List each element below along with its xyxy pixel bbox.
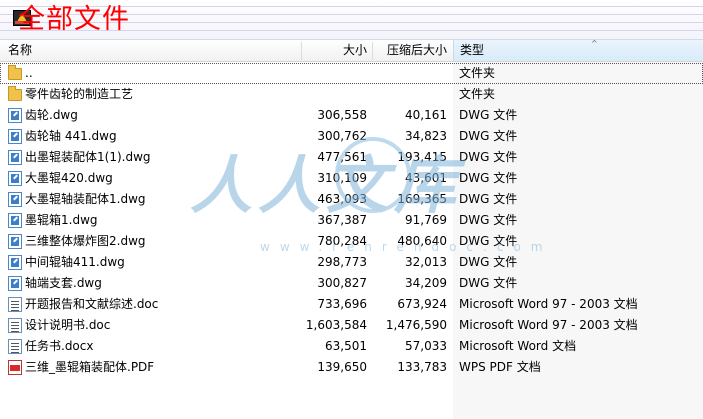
window-title: 全部文件	[18, 4, 130, 35]
dwg-file-icon	[8, 255, 22, 270]
title-bar: 全部文件	[0, 0, 703, 40]
folder-icon	[8, 65, 22, 80]
file-name: 零件齿轮的制造工艺	[25, 87, 134, 101]
dwg-file-icon	[8, 150, 22, 165]
file-name: 齿轮.dwg	[25, 108, 78, 122]
file-size: 310,109	[317, 171, 367, 185]
file-size: 139,650	[317, 360, 367, 374]
dwg-file-icon	[8, 108, 22, 123]
column-size[interactable]: 大小	[301, 40, 369, 61]
file-row[interactable]: 中间辊轴411.dwg 298,773 32,013 DWG 文件	[0, 252, 703, 273]
file-name: 三维_墨辊箱装配体.PDF	[25, 360, 155, 374]
file-row[interactable]: 零件齿轮的制造工艺 文件夹	[0, 84, 703, 105]
file-type: DWG 文件	[459, 276, 518, 290]
file-row[interactable]: 齿轮轴 441.dwg 300,762 34,823 DWG 文件	[0, 126, 703, 147]
file-row[interactable]: 任务书.docx 63,501 57,033 Microsoft Word 文档	[0, 336, 703, 357]
file-row[interactable]: 大墨辊420.dwg 310,109 43,601 DWG 文件	[0, 168, 703, 189]
file-size: 733,696	[317, 297, 367, 311]
file-type: DWG 文件	[459, 213, 518, 227]
file-name: 轴端支套.dwg	[25, 276, 102, 290]
file-type: Microsoft Word 97 - 2003 文档	[459, 318, 638, 332]
dwg-file-icon	[8, 276, 22, 291]
file-compressed-size: 480,640	[397, 234, 447, 248]
file-name: 设计说明书.doc	[25, 318, 111, 332]
file-type: 文件夹	[459, 66, 496, 80]
file-compressed-size: 133,783	[397, 360, 447, 374]
dwg-file-icon	[8, 192, 22, 207]
file-compressed-size: 40,161	[405, 108, 447, 122]
file-name: 齿轮轴 441.dwg	[25, 129, 117, 143]
dwg-file-icon	[8, 213, 22, 228]
file-size: 477,561	[317, 150, 367, 164]
file-compressed-size: 34,823	[405, 129, 447, 143]
file-row[interactable]: 设计说明书.doc 1,603,584 1,476,590 Microsoft Wor…	[0, 315, 703, 336]
word-doc-icon	[8, 318, 22, 333]
file-size: 300,827	[317, 276, 367, 290]
file-type: Microsoft Word 文档	[459, 339, 577, 353]
file-size: 63,501	[325, 339, 367, 353]
file-name: 中间辊轴411.dwg	[25, 255, 125, 269]
file-name: 任务书.docx	[25, 339, 94, 353]
file-size: 367,387	[317, 213, 367, 227]
file-row[interactable]: .. 文件夹	[0, 63, 703, 84]
column-name[interactable]: 名称	[8, 40, 32, 61]
file-size: 298,773	[317, 255, 367, 269]
file-row[interactable]: 大墨辊轴装配体1.dwg 463,093 169,365 DWG 文件	[0, 189, 703, 210]
file-compressed-size: 673,924	[397, 297, 447, 311]
file-name: 出墨辊装配体1(1).dwg	[25, 150, 151, 164]
file-name: 大墨辊420.dwg	[25, 171, 113, 185]
file-name: 三维整体爆炸图2.dwg	[25, 234, 146, 248]
column-compressed-size[interactable]: 压缩后大小	[372, 40, 449, 61]
file-type: DWG 文件	[459, 255, 518, 269]
file-compressed-size: 169,365	[397, 192, 447, 206]
file-type: DWG 文件	[459, 129, 518, 143]
file-name: 大墨辊轴装配体1.dwg	[25, 192, 146, 206]
file-row[interactable]: 三维_墨辊箱装配体.PDF 139,650 133,783 WPS PDF 文档	[0, 357, 703, 378]
file-size: 1,603,584	[305, 318, 367, 332]
file-name: 墨辊箱1.dwg	[25, 213, 98, 227]
file-type: WPS PDF 文档	[459, 360, 541, 374]
file-row[interactable]: 墨辊箱1.dwg 367,387 91,769 DWG 文件	[0, 210, 703, 231]
file-type: 文件夹	[459, 87, 496, 101]
file-type: DWG 文件	[459, 171, 518, 185]
sort-arrow-icon: ^	[591, 39, 598, 48]
file-type: DWG 文件	[459, 150, 518, 164]
file-compressed-size: 32,013	[405, 255, 447, 269]
file-name: ..	[25, 66, 33, 80]
file-compressed-size: 34,209	[405, 276, 447, 290]
file-size: 463,093	[317, 192, 367, 206]
file-compressed-size: 91,769	[405, 213, 447, 227]
file-compressed-size: 193,415	[397, 150, 447, 164]
file-size: 780,284	[317, 234, 367, 248]
folder-icon	[8, 86, 22, 101]
column-type[interactable]: 类型	[453, 40, 703, 61]
file-size: 300,762	[317, 129, 367, 143]
dwg-file-icon	[8, 171, 22, 186]
dwg-file-icon	[8, 234, 22, 249]
file-compressed-size: 43,601	[405, 171, 447, 185]
file-row[interactable]: 轴端支套.dwg 300,827 34,209 DWG 文件	[0, 273, 703, 294]
dwg-file-icon	[8, 129, 22, 144]
file-row[interactable]: 齿轮.dwg 306,558 40,161 DWG 文件	[0, 105, 703, 126]
word-doc-icon	[8, 339, 22, 354]
file-row[interactable]: 出墨辊装配体1(1).dwg 477,561 193,415 DWG 文件	[0, 147, 703, 168]
file-size: 306,558	[317, 108, 367, 122]
file-type: DWG 文件	[459, 108, 518, 122]
file-compressed-size: 1,476,590	[385, 318, 447, 332]
file-type: Microsoft Word 97 - 2003 文档	[459, 297, 638, 311]
word-doc-icon	[8, 297, 22, 312]
pdf-file-icon	[8, 360, 22, 375]
column-header: 名称 大小 压缩后大小 类型 ^	[0, 40, 703, 62]
file-compressed-size: 57,033	[405, 339, 447, 353]
file-row[interactable]: 三维整体爆炸图2.dwg 780,284 480,640 DWG 文件	[0, 231, 703, 252]
file-name: 开题报告和文献综述.doc	[25, 297, 159, 311]
file-type: DWG 文件	[459, 192, 518, 206]
file-row[interactable]: 开题报告和文献综述.doc 733,696 673,924 Microsoft Wor…	[0, 294, 703, 315]
file-type: DWG 文件	[459, 234, 518, 248]
